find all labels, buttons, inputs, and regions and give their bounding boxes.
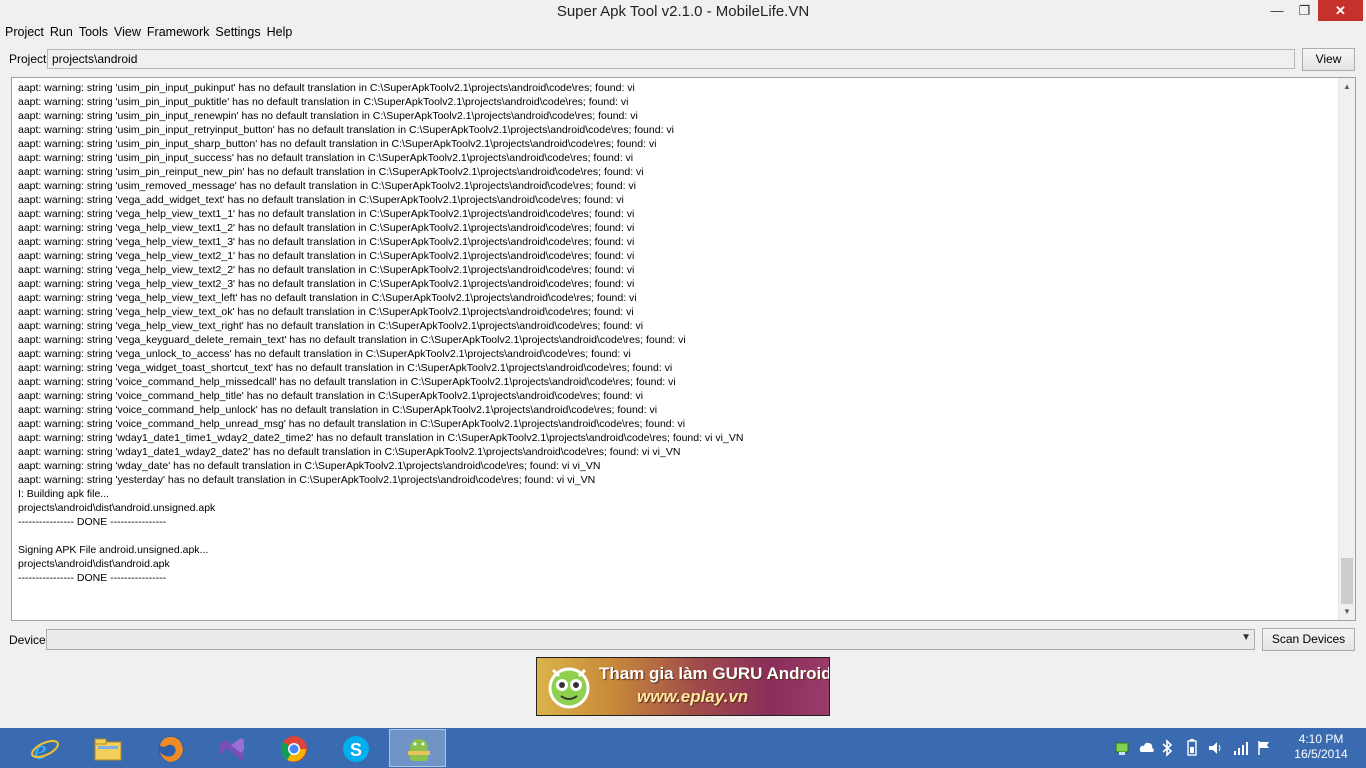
log-line: aapt: warning: string 'usim_removed_mess… xyxy=(18,180,637,192)
log-line: aapt: warning: string 'usim_pin_input_sh… xyxy=(18,138,657,150)
scan-devices-button[interactable]: Scan Devices xyxy=(1262,628,1355,651)
log-line: aapt: warning: string 'usim_pin_input_re… xyxy=(18,124,674,136)
system-clock[interactable]: 4:10 PM 16/5/2014 xyxy=(1282,732,1360,762)
banner-headline: Tham gia làm GURU Android xyxy=(599,664,830,683)
log-line: aapt: warning: string 'vega_widget_toast… xyxy=(18,362,673,374)
bluetooth-icon[interactable] xyxy=(1160,738,1174,758)
taskbar-super-apk-tool[interactable] xyxy=(389,729,446,767)
taskbar-chrome[interactable] xyxy=(265,729,322,767)
menu-help[interactable]: Help xyxy=(266,24,298,42)
log-line: aapt: warning: string 'usim_pin_reinput_… xyxy=(18,166,644,178)
log-line: aapt: warning: string 'vega_add_widget_t… xyxy=(18,194,624,206)
super-apk-tool-icon xyxy=(408,739,430,761)
log-line: ---------------- DONE ---------------- xyxy=(18,516,167,528)
log-line: aapt: warning: string 'vega_keyguard_del… xyxy=(18,334,686,346)
log-line: aapt: warning: string 'voice_command_hel… xyxy=(18,418,686,430)
log-lines: aapt: warning: string 'usim_pin_input_pu… xyxy=(18,81,1328,585)
log-line: projects\android\dist\android.unsigned.a… xyxy=(18,502,216,514)
window-title: Super Apk Tool v2.1.0 - MobileLife.VN xyxy=(556,3,810,20)
log-line: aapt: warning: string 'vega_help_view_te… xyxy=(18,278,635,290)
log-scrollbar[interactable]: ▲ ▼ xyxy=(1338,78,1355,620)
menu-view[interactable]: View xyxy=(113,24,146,42)
svg-text:S: S xyxy=(350,740,362,760)
minimize-button[interactable]: — xyxy=(1263,0,1291,21)
svg-text:e: e xyxy=(34,735,46,764)
signal-icon[interactable] xyxy=(1232,738,1250,758)
clock-time: 4:10 PM xyxy=(1298,732,1344,746)
log-line: aapt: warning: string 'wday_date' has no… xyxy=(18,460,601,472)
log-line: projects\android\dist\android.apk xyxy=(18,558,170,570)
firefox-icon xyxy=(158,736,184,762)
taskbar-firefox[interactable] xyxy=(142,729,199,767)
log-line: aapt: warning: string 'wday1_date1_wday2… xyxy=(18,446,681,458)
scroll-thumb[interactable] xyxy=(1341,558,1353,604)
taskbar-skype[interactable]: S xyxy=(327,729,384,767)
log-line: aapt: warning: string 'yesterday' has no… xyxy=(18,474,596,486)
log-line: aapt: warning: string 'voice_command_hel… xyxy=(18,376,676,388)
file-explorer-icon xyxy=(94,738,122,761)
log-line: aapt: warning: string 'vega_help_view_te… xyxy=(18,236,635,248)
scroll-up-icon[interactable]: ▲ xyxy=(1339,78,1355,95)
close-button[interactable]: ✕ xyxy=(1318,0,1363,21)
log-line: aapt: warning: string 'wday1_date1_time1… xyxy=(18,432,744,444)
menu-framework[interactable]: Framework xyxy=(146,24,215,42)
view-button[interactable]: View xyxy=(1302,48,1355,71)
volume-icon[interactable] xyxy=(1207,738,1225,758)
menu-run[interactable]: Run xyxy=(49,24,78,42)
maximize-button[interactable]: ❐ xyxy=(1291,0,1318,21)
log-line: aapt: warning: string 'vega_help_view_te… xyxy=(18,250,635,262)
device-label: Device xyxy=(9,633,46,647)
project-label: Project xyxy=(9,52,47,66)
android-mascot-icon xyxy=(548,667,590,709)
banner-url: www.eplay.vn xyxy=(637,687,749,706)
log-line: aapt: warning: string 'vega_help_view_te… xyxy=(18,292,637,304)
cloud-icon[interactable] xyxy=(1138,738,1156,758)
chevron-down-icon[interactable]: ▼ xyxy=(1241,632,1251,643)
menu-bar: Project Run Tools View Framework Setting… xyxy=(0,24,1366,42)
log-line: aapt: warning: string 'vega_help_view_te… xyxy=(18,306,634,318)
log-line: aapt: warning: string 'usim_pin_input_pu… xyxy=(18,82,635,94)
chrome-icon xyxy=(280,736,307,762)
log-line: aapt: warning: string 'voice_command_hel… xyxy=(18,404,658,416)
visual-studio-icon xyxy=(220,738,244,760)
device-select[interactable]: ▼ xyxy=(46,629,1255,650)
log-output[interactable]: aapt: warning: string 'usim_pin_input_pu… xyxy=(11,77,1356,621)
taskbar-internet-explorer[interactable]: e xyxy=(16,729,73,767)
menu-tools[interactable]: Tools xyxy=(78,24,113,42)
log-line: aapt: warning: string 'vega_help_view_te… xyxy=(18,264,635,276)
internet-explorer-icon: e xyxy=(31,735,59,764)
log-line: aapt: warning: string 'usim_pin_input_su… xyxy=(18,152,634,164)
title-bar: Super Apk Tool v2.1.0 - MobileLife.VN — … xyxy=(0,0,1366,24)
flag-icon[interactable] xyxy=(1256,738,1272,758)
clock-date: 16/5/2014 xyxy=(1294,747,1348,761)
taskbar-file-explorer[interactable] xyxy=(79,729,136,767)
eplay-banner[interactable]: Tham gia làm GURU Android www.eplay.vn xyxy=(536,657,830,716)
log-line: aapt: warning: string 'voice_command_hel… xyxy=(18,390,644,402)
log-line: aapt: warning: string 'vega_help_view_te… xyxy=(18,320,644,332)
taskbar: e S 4:10 PM 16/5/2014 xyxy=(0,728,1366,768)
power-icon[interactable] xyxy=(1184,738,1200,758)
skype-icon: S xyxy=(343,736,369,762)
scroll-down-icon[interactable]: ▼ xyxy=(1339,603,1355,620)
log-line: aapt: warning: string 'usim_pin_input_re… xyxy=(18,110,638,122)
log-line: Signing APK File android.unsigned.apk... xyxy=(18,544,209,556)
log-line: aapt: warning: string 'vega_help_view_te… xyxy=(18,208,635,220)
log-line: I: Building apk file... xyxy=(18,488,110,500)
log-line: aapt: warning: string 'vega_help_view_te… xyxy=(18,222,635,234)
project-path-field[interactable]: projects\android xyxy=(47,49,1295,69)
menu-project[interactable]: Project xyxy=(4,24,49,42)
taskbar-visual-studio[interactable] xyxy=(203,729,260,767)
menu-settings[interactable]: Settings xyxy=(214,24,265,42)
log-line: aapt: warning: string 'usim_pin_input_pu… xyxy=(18,96,629,108)
network-share-icon[interactable] xyxy=(1114,738,1132,758)
log-line: aapt: warning: string 'vega_unlock_to_ac… xyxy=(18,348,631,360)
log-line: ---------------- DONE ---------------- xyxy=(18,572,167,584)
